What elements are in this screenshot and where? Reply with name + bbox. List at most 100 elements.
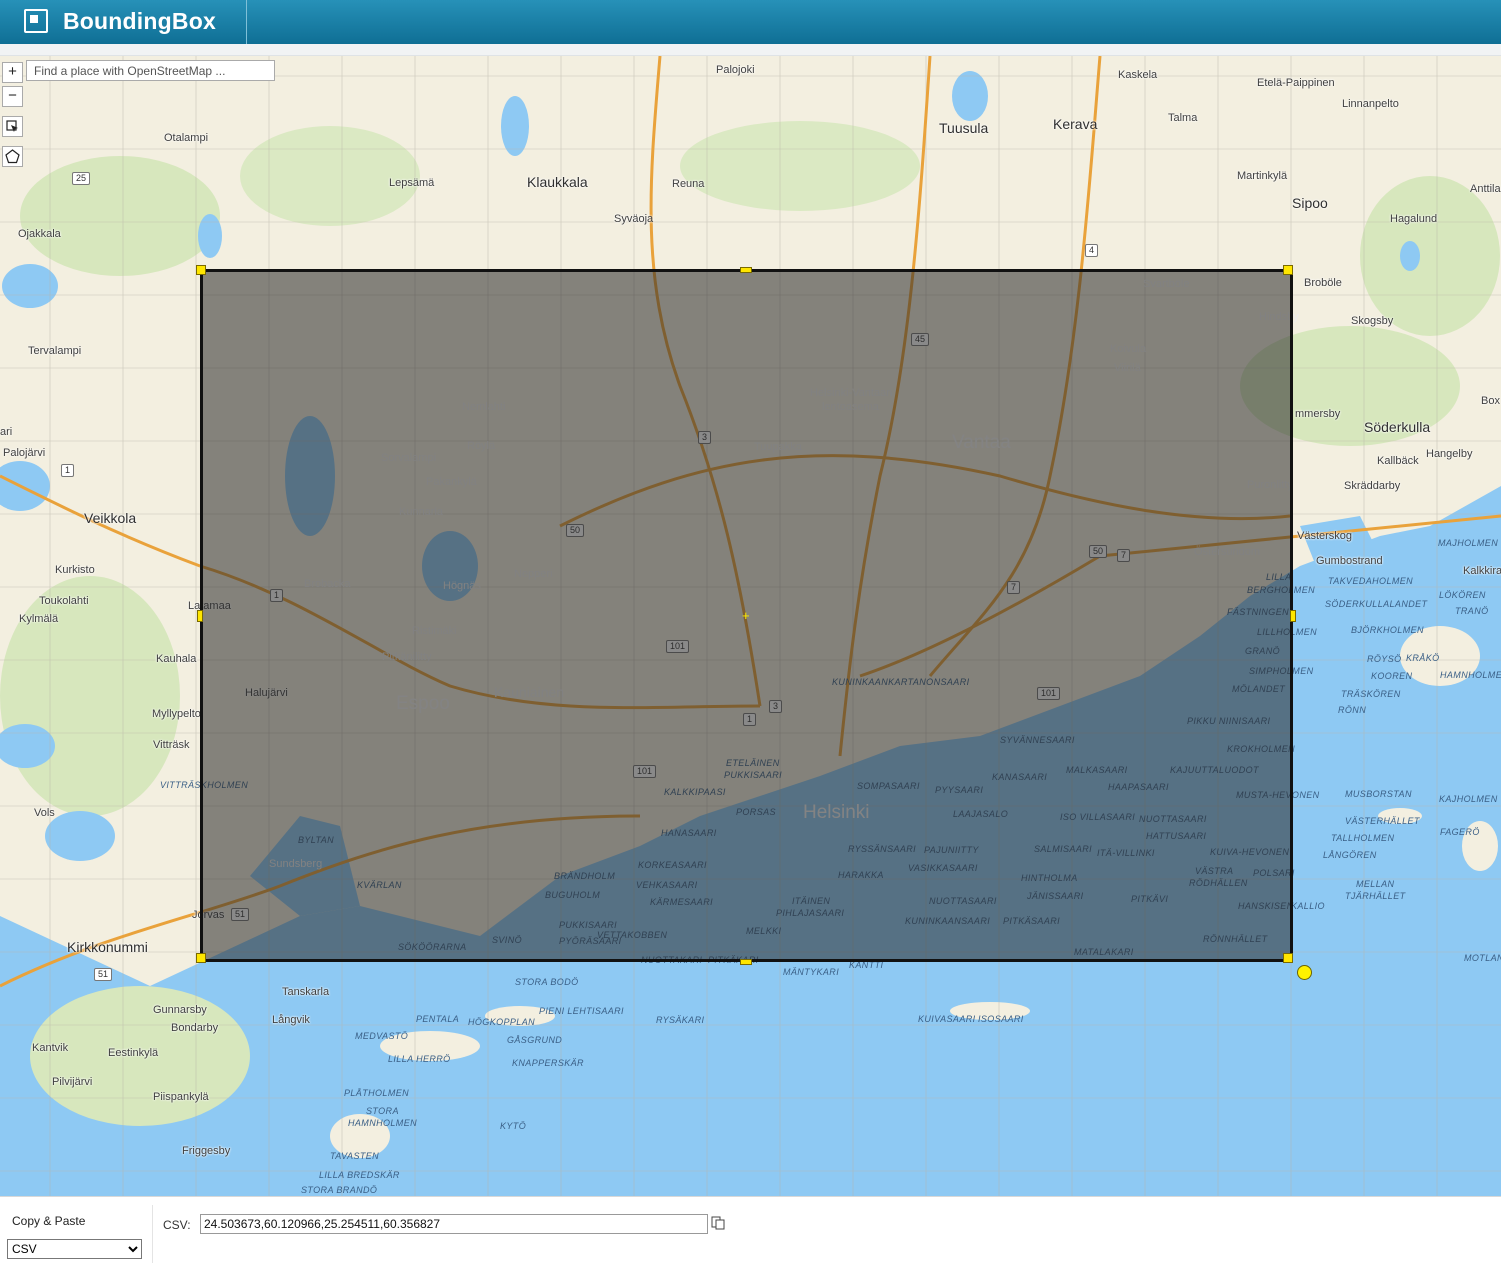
place-label: Gunnarsby — [153, 1004, 207, 1016]
lake — [2, 264, 58, 308]
sea-place-label: LILLA HERRÖ — [388, 1054, 451, 1064]
sea-place-label: RYSÄKARI — [656, 1015, 705, 1025]
handle-right[interactable] — [1290, 610, 1296, 622]
logo[interactable]: BoundingBox — [0, 0, 247, 44]
sea-place-label: LÖKÖREN — [1439, 590, 1486, 600]
place-label: Kurkisto — [55, 564, 95, 576]
place-label: Kauhala — [156, 653, 197, 665]
place-label: Pilvijärvi — [52, 1076, 93, 1088]
select-tool-button[interactable] — [2, 116, 23, 137]
place-label: Veikkola — [84, 510, 137, 526]
zoom-out-button[interactable]: − — [2, 86, 23, 107]
sea-place-label: RÖNN — [1338, 705, 1367, 715]
place-label: Kallbäck — [1377, 455, 1419, 467]
sea-place-label: HAMNHOLMEN — [1440, 670, 1501, 680]
sea-place-label: LILLA BREDSKÄR — [319, 1170, 400, 1180]
road-number-shield: 4 — [1085, 244, 1099, 257]
place-label: Otalampi — [164, 132, 209, 144]
sea-place-label: PIENI LEHTISAARI — [539, 1006, 624, 1016]
lake — [501, 96, 529, 156]
sea-place-label: KAJHOLMEN — [1439, 794, 1498, 804]
place-label: Reuna — [672, 178, 705, 190]
place-label: Västerskog — [1297, 530, 1353, 542]
sea-place-label: MAJHOLMEN — [1438, 538, 1499, 548]
lake — [45, 811, 115, 861]
place-label: mmersby — [1295, 408, 1341, 420]
road-number-shield: 1 — [61, 464, 75, 477]
place-label: Anttila — [1470, 183, 1501, 195]
handle-left[interactable] — [197, 610, 203, 622]
handle-top-right[interactable] — [1283, 265, 1293, 275]
place-label: Kaskela — [1118, 69, 1158, 81]
forest — [0, 576, 180, 816]
handle-bottom-right[interactable] — [1283, 953, 1293, 963]
place-label: Eestinkylä — [108, 1047, 159, 1059]
sea-place-label: GÅSGRUND — [507, 1035, 563, 1045]
lake — [1400, 241, 1420, 271]
sea-place-label: TAVASTEN — [330, 1151, 380, 1161]
sea-place-label: MOTLAND — [1464, 953, 1501, 963]
place-label: Linnanpelto — [1342, 98, 1399, 110]
select-cursor-icon — [6, 120, 18, 132]
sea-place-label: LÅNGÖREN — [1323, 850, 1377, 860]
place-label: Långvik — [272, 1014, 310, 1026]
place-label: Sipoo — [1292, 195, 1328, 211]
sea-place-label: STORA BRANDÖ — [301, 1185, 378, 1195]
place-label: Syväoja — [614, 213, 654, 225]
sea-place-label: KRÅKÖ — [1406, 653, 1440, 663]
sea-place-label: HAMNHOLMEN — [348, 1118, 418, 1128]
place-label: Piispankylä — [153, 1091, 209, 1103]
sea-place-label: TRÄSKÖREN — [1341, 689, 1401, 699]
place-label: Myllypelto — [152, 708, 201, 720]
place-label: Gumbostrand — [1316, 555, 1383, 567]
lake — [0, 461, 50, 511]
sea-place-label: ISOSAARI — [978, 1014, 1024, 1024]
zoom-in-button[interactable]: + — [2, 62, 23, 83]
map-canvas[interactable]: Palojoki Kaskela Etelä-Paippinen Linnanpelt… — [0, 56, 1501, 1196]
center-crosshair-icon: + — [742, 608, 750, 623]
place-label: Kerava — [1053, 116, 1098, 132]
lake — [198, 214, 222, 258]
sea-place-label: PLÅTHOLMEN — [344, 1088, 410, 1098]
road-number-shield: 25 — [72, 172, 91, 185]
handle-bottom[interactable] — [740, 959, 752, 965]
copy-paste-panel: Copy & Paste CSV CSV: — [0, 1196, 1501, 1264]
place-label: Lepsämä — [389, 177, 435, 189]
sea-place-label: SÖDERKULLALANDET — [1325, 599, 1428, 609]
forest — [680, 121, 920, 211]
sea-place-label: KALLIO — [1291, 901, 1325, 911]
place-search-input[interactable] — [26, 60, 275, 81]
sea-place-label: KOOREN — [1371, 671, 1413, 681]
sea-place-label: BJÖRKHOLMEN — [1351, 625, 1424, 635]
sea-place-label: PENTALA — [416, 1014, 460, 1024]
format-select[interactable]: CSV — [7, 1239, 142, 1259]
place-label: Tervalampi — [28, 345, 82, 357]
circle-handle[interactable] — [1297, 965, 1312, 980]
forest — [240, 126, 420, 226]
handle-top-left[interactable] — [196, 265, 206, 275]
place-label: Ojakkala — [18, 228, 61, 240]
place-label: Friggesby — [182, 1145, 231, 1157]
sea-place-label: TJÄRHÄLLET — [1345, 891, 1406, 901]
sea-place-label: VÄSTERHÄLLET — [1345, 816, 1420, 826]
place-label: Tuusula — [939, 120, 989, 136]
app-header: BoundingBox — [0, 0, 1501, 44]
sea-place-label: MELLAN — [1356, 879, 1395, 889]
bounding-box-logo-icon — [24, 9, 48, 33]
place-label: Söderkulla — [1364, 419, 1431, 435]
sea-place-label: MÄNTYKARI — [783, 967, 840, 977]
copy-clipboard-icon[interactable] — [711, 1216, 725, 1230]
forest — [1360, 176, 1500, 336]
sea-place-label: HÖGKOPPLAN — [468, 1017, 536, 1027]
polygon-icon — [5, 149, 20, 164]
place-label: Kalkkira — [1463, 565, 1501, 577]
place-label: Martinkylä — [1237, 170, 1288, 182]
header-divider — [0, 44, 1501, 56]
place-label: Kylmälä — [19, 613, 59, 625]
polygon-tool-button[interactable] — [2, 146, 23, 167]
place-label: ari — [0, 426, 13, 438]
handle-bottom-left[interactable] — [196, 953, 206, 963]
place-label: Klaukkala — [527, 174, 588, 190]
csv-coordinates-field[interactable] — [200, 1214, 708, 1234]
handle-top[interactable] — [740, 267, 752, 273]
